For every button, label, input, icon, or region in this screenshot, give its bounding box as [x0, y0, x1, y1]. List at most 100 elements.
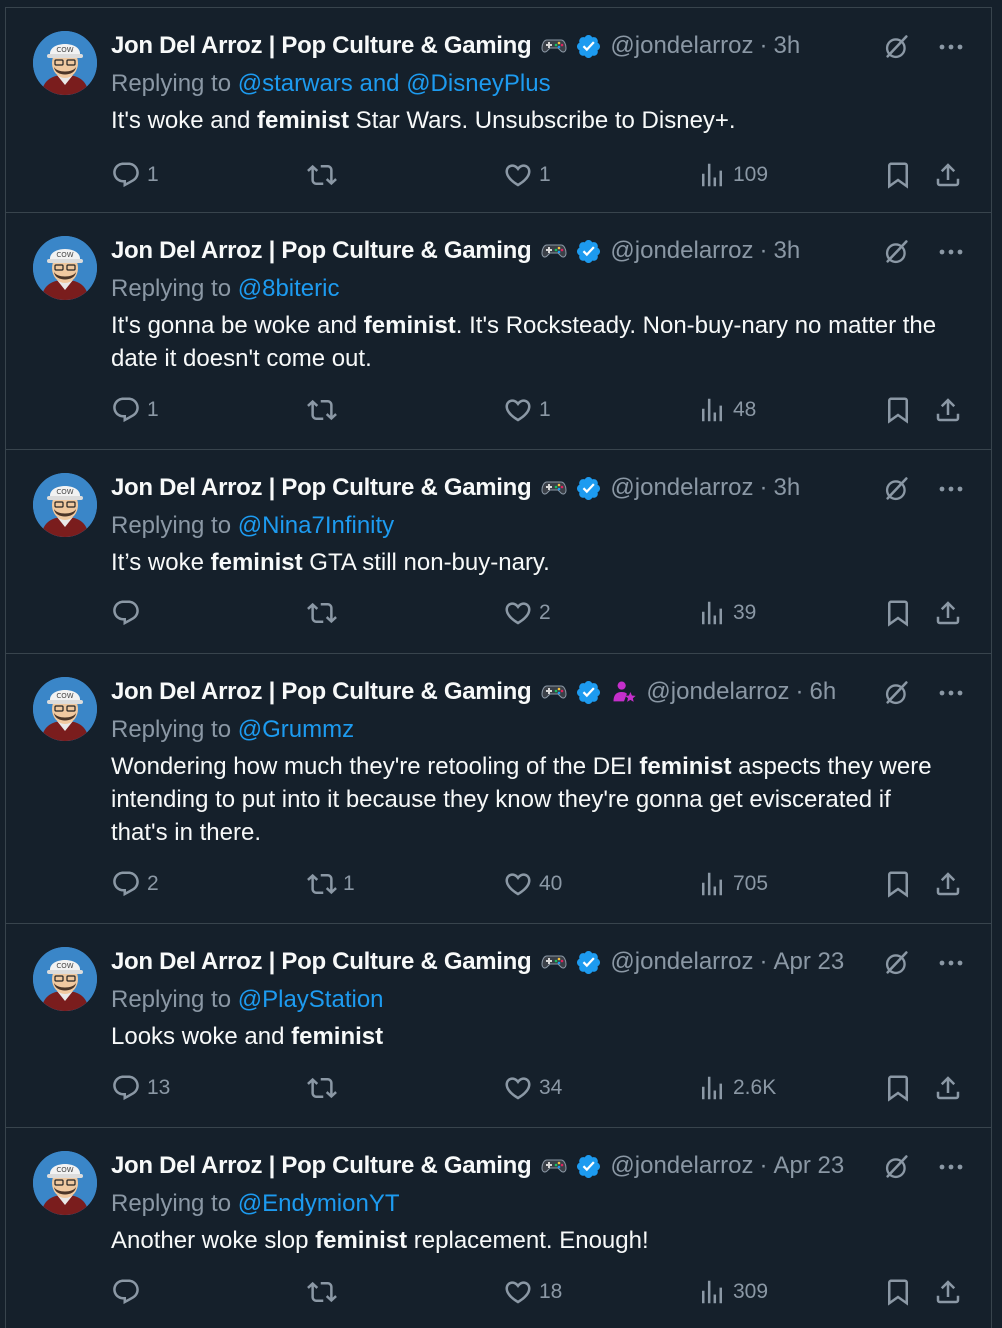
- author-handle[interactable]: @jondelarroz: [610, 1152, 753, 1180]
- like-button[interactable]: 2: [503, 598, 551, 628]
- views-button[interactable]: 2.6K: [697, 1073, 776, 1103]
- more-icon[interactable]: [936, 678, 966, 708]
- tweet-timestamp[interactable]: Apr 23: [774, 948, 845, 976]
- author-handle[interactable]: @jondelarroz: [610, 474, 753, 502]
- mention-link[interactable]: @starwars: [238, 70, 353, 97]
- verified-badge-icon[interactable]: [575, 475, 602, 502]
- author-handle[interactable]: @jondelarroz: [610, 237, 753, 265]
- share-button[interactable]: [933, 598, 963, 628]
- grok-icon[interactable]: [882, 678, 912, 708]
- author-name[interactable]: Jon Del Arroz | Pop Culture & Gaming: [111, 678, 532, 706]
- mention-link[interactable]: @Nina7Infinity: [238, 512, 394, 539]
- retweet-button[interactable]: [307, 160, 343, 190]
- verified-badge-icon[interactable]: [575, 33, 602, 60]
- tweet[interactable]: COW Jon Del Arroz | Pop Culture & Gaming: [5, 212, 992, 449]
- bookmark-button[interactable]: [883, 395, 913, 425]
- avatar[interactable]: COW: [33, 677, 97, 741]
- views-icon: [702, 1076, 722, 1100]
- views-button[interactable]: 705: [697, 869, 768, 899]
- tweet[interactable]: COW Jon Del Arroz | Pop Culture & Gaming: [5, 923, 992, 1127]
- author-name[interactable]: Jon Del Arroz | Pop Culture & Gaming: [111, 32, 532, 60]
- timeline-feed: COW Jon Del Arroz | Pop Culture & Gaming: [0, 0, 1002, 1328]
- mention-link[interactable]: @PlayStation: [238, 986, 384, 1013]
- tweet-text-before: Wondering how much they're retooling of …: [111, 753, 640, 780]
- author-name[interactable]: Jon Del Arroz | Pop Culture & Gaming: [111, 1152, 532, 1180]
- verified-badge-icon[interactable]: [575, 949, 602, 976]
- bookmark-button[interactable]: [883, 598, 913, 628]
- tweet-timestamp[interactable]: 6h: [810, 678, 837, 706]
- reply-button[interactable]: 1: [111, 395, 159, 425]
- bookmark-button[interactable]: [883, 869, 913, 899]
- reply-button[interactable]: 1: [111, 160, 159, 190]
- retweet-button[interactable]: 1: [307, 869, 355, 899]
- tweet-timestamp[interactable]: Apr 23: [774, 1152, 845, 1180]
- tweet[interactable]: COW Jon Del Arroz | Pop Culture & Gaming: [5, 449, 992, 653]
- reply-button[interactable]: 13: [111, 1073, 170, 1103]
- grok-icon[interactable]: [882, 1152, 912, 1182]
- tweet[interactable]: COW Jon Del Arroz | Pop Culture & Gaming: [5, 1127, 992, 1328]
- avatar[interactable]: COW: [33, 236, 97, 300]
- tweet-header: Jon Del Arroz | Pop Culture & Gaming @jo…: [111, 1148, 851, 1184]
- bookmark-button[interactable]: [883, 1073, 913, 1103]
- avatar[interactable]: COW: [33, 947, 97, 1011]
- bookmark-button[interactable]: [883, 1277, 913, 1307]
- views-button[interactable]: 39: [697, 598, 756, 628]
- author-name[interactable]: Jon Del Arroz | Pop Culture & Gaming: [111, 948, 532, 976]
- author-name[interactable]: Jon Del Arroz | Pop Culture & Gaming: [111, 474, 532, 502]
- mention-link[interactable]: @8biteric: [238, 275, 340, 302]
- bookmark-button[interactable]: [883, 160, 913, 190]
- verified-badge-icon[interactable]: [575, 679, 602, 706]
- tweet-timestamp[interactable]: 3h: [774, 474, 801, 502]
- grok-icon[interactable]: [882, 948, 912, 978]
- more-icon[interactable]: [936, 237, 966, 267]
- reply-button[interactable]: 2: [111, 869, 159, 899]
- like-button[interactable]: 1: [503, 395, 551, 425]
- retweet-button[interactable]: [307, 395, 343, 425]
- tweet-timestamp[interactable]: 3h: [774, 237, 801, 265]
- like-button[interactable]: 18: [503, 1277, 562, 1307]
- reply-button[interactable]: [111, 1277, 147, 1307]
- author-handle[interactable]: @jondelarroz: [610, 32, 753, 60]
- like-button[interactable]: 1: [503, 160, 551, 190]
- views-button[interactable]: 109: [697, 160, 768, 190]
- reply-count: 1: [147, 163, 159, 186]
- share-button[interactable]: [933, 395, 963, 425]
- avatar[interactable]: COW: [33, 31, 97, 95]
- author-handle[interactable]: @jondelarroz: [610, 948, 753, 976]
- like-button[interactable]: 34: [503, 1073, 562, 1103]
- tweet-top-actions: [882, 1152, 966, 1182]
- views-button[interactable]: 309: [697, 1277, 768, 1307]
- mention-link[interactable]: @Grummz: [238, 716, 354, 743]
- tweet[interactable]: COW Jon Del Arroz | Pop Culture & Gaming: [5, 653, 992, 923]
- svg-text:COW: COW: [56, 692, 73, 700]
- more-icon[interactable]: [936, 474, 966, 504]
- like-button[interactable]: 40: [503, 869, 562, 899]
- svg-text:COW: COW: [56, 962, 73, 970]
- share-button[interactable]: [933, 1073, 963, 1103]
- retweet-button[interactable]: [307, 598, 343, 628]
- mention-link[interactable]: @EndymionYT: [238, 1190, 400, 1217]
- author-handle[interactable]: @jondelarroz: [646, 678, 789, 706]
- mention-link[interactable]: @DisneyPlus: [406, 70, 550, 97]
- tweet-timestamp[interactable]: 3h: [774, 32, 801, 60]
- verified-badge-icon[interactable]: [575, 238, 602, 265]
- more-icon[interactable]: [936, 32, 966, 62]
- retweet-button[interactable]: [307, 1073, 343, 1103]
- tweet[interactable]: COW Jon Del Arroz | Pop Culture & Gaming: [5, 7, 992, 212]
- avatar[interactable]: COW: [33, 1151, 97, 1215]
- author-name[interactable]: Jon Del Arroz | Pop Culture & Gaming: [111, 237, 532, 265]
- views-button[interactable]: 48: [697, 395, 756, 425]
- grok-icon[interactable]: [882, 237, 912, 267]
- share-button[interactable]: [933, 160, 963, 190]
- retweet-button[interactable]: [307, 1277, 343, 1307]
- grok-icon[interactable]: [882, 32, 912, 62]
- reply-button[interactable]: [111, 598, 147, 628]
- verified-badge-icon[interactable]: [575, 1153, 602, 1180]
- grok-icon[interactable]: [882, 474, 912, 504]
- affiliate-badge-icon[interactable]: [610, 678, 638, 706]
- share-button[interactable]: [933, 1277, 963, 1307]
- avatar[interactable]: COW: [33, 473, 97, 537]
- more-icon[interactable]: [936, 948, 966, 978]
- share-button[interactable]: [933, 869, 963, 899]
- more-icon[interactable]: [936, 1152, 966, 1182]
